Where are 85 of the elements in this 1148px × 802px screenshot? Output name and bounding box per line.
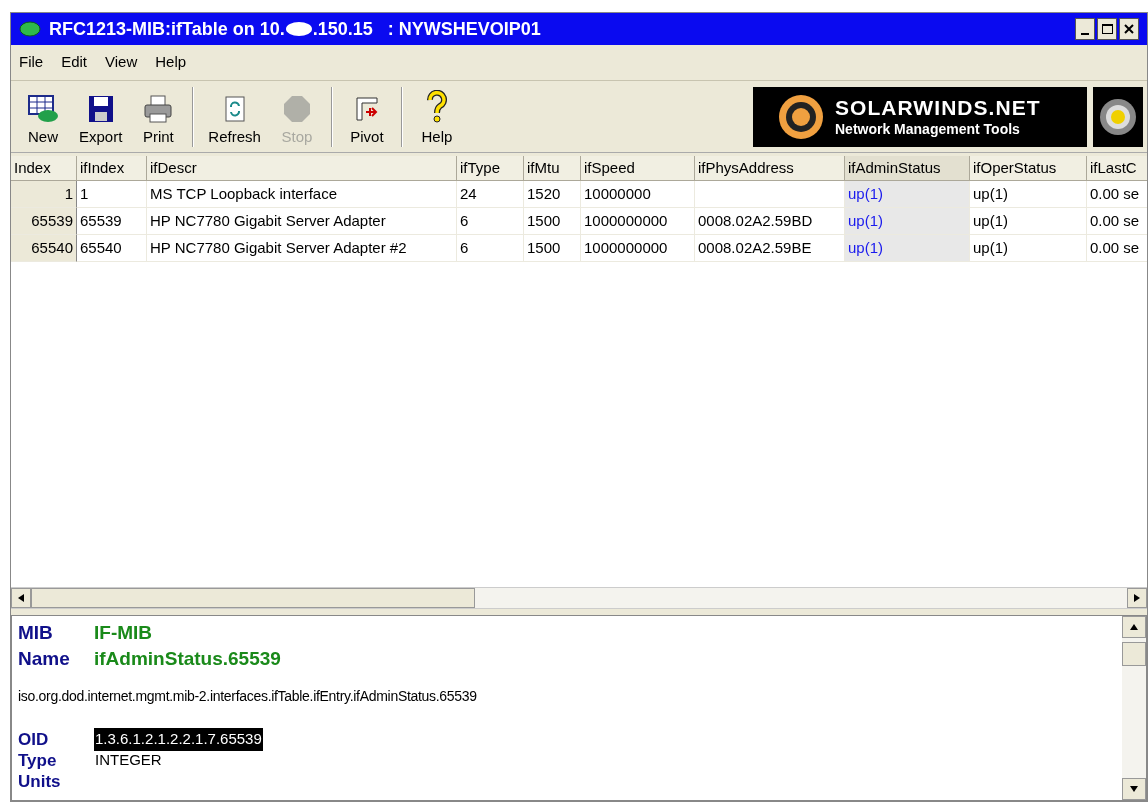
field-value: ifAdminStatus.65539	[94, 647, 281, 671]
table-cell: 1	[77, 181, 147, 208]
column-header[interactable]: ifSpeed	[581, 156, 695, 181]
toolbar-button[interactable]: Refresh	[200, 84, 269, 149]
table-cell: 0.00 se	[1087, 235, 1147, 262]
table-cell: 10000000	[581, 181, 695, 208]
field-label: MIB	[18, 621, 54, 645]
question-mark-icon	[424, 90, 449, 124]
table-cell: MS TCP Loopback interface	[147, 181, 457, 208]
scroll-thumb[interactable]	[1122, 642, 1146, 666]
table-cell: 24	[457, 181, 524, 208]
scroll-left-button[interactable]	[11, 588, 31, 608]
left-arrow-icon	[18, 594, 24, 602]
close-button[interactable]	[1119, 18, 1139, 40]
table-cell: 1000000000	[581, 208, 695, 235]
minimize-button[interactable]	[1075, 18, 1095, 40]
redaction-mark	[284, 21, 313, 37]
scroll-thumb[interactable]	[31, 588, 475, 608]
toolbar-button[interactable]: Pivot	[338, 84, 395, 149]
row-header: 65540	[11, 235, 77, 262]
toolbar-button[interactable]: Help	[408, 84, 465, 149]
field-label: Type	[18, 749, 58, 772]
table-cell: 1500	[524, 235, 581, 262]
column-header[interactable]: ifPhysAddress	[695, 156, 845, 181]
field-label: OID	[18, 728, 50, 751]
table-cell: 1000000000	[581, 235, 695, 262]
row-header: 65539	[11, 208, 77, 235]
field-value: INTEGER	[94, 750, 163, 771]
menu-item[interactable]: Help	[155, 51, 187, 74]
toolbar-button[interactable]: Print	[130, 84, 187, 149]
table-cell: up(1)	[970, 235, 1087, 262]
window-title: .150.15 : NYWSHEVOIP01	[312, 17, 541, 41]
table-cell: 1500	[524, 208, 581, 235]
table-cell: 0.00 se	[1087, 181, 1147, 208]
column-header[interactable]: ifType	[457, 156, 524, 181]
column-header[interactable]: Index	[11, 156, 77, 181]
table-cell: HP NC7780 Gigabit Server Adapter	[147, 208, 457, 235]
table-cell: 65540	[77, 235, 147, 262]
window-title: RFC1213-MIB:ifTable on 10.	[49, 17, 285, 41]
stop-icon	[281, 94, 312, 124]
table-cell: HP NC7780 Gigabit Server Adapter #2	[147, 235, 457, 262]
menu-item[interactable]: View	[105, 51, 138, 74]
table-cell: 6	[457, 235, 524, 262]
toolbar-button[interactable]: Export	[71, 84, 131, 149]
printer-icon	[142, 94, 175, 124]
maximize-button[interactable]	[1097, 18, 1117, 40]
down-arrow-icon	[1130, 786, 1138, 792]
table-cell: 6	[457, 208, 524, 235]
menu-item[interactable]: File	[19, 51, 44, 74]
app-icon	[19, 20, 41, 38]
logo-icon	[777, 92, 825, 141]
logo-name: SOLARWINDS.NET	[835, 94, 1041, 121]
close-icon	[1124, 24, 1134, 34]
column-header[interactable]: ifIndex	[77, 156, 147, 181]
minimize-icon	[1081, 33, 1089, 35]
up-arrow-icon	[1130, 624, 1138, 630]
column-header[interactable]: ifOperStatus	[970, 156, 1087, 181]
field-label: Units	[18, 770, 62, 793]
scroll-right-button[interactable]	[1127, 588, 1147, 608]
column-header[interactable]: ifDescr	[147, 156, 457, 181]
oid-path: iso.org.dod.internet.mgmt.mib-2.interfaces.ifTable.ifEntry.ifAdminStatus.65539	[18, 687, 478, 706]
column-header[interactable]: ifMtu	[524, 156, 581, 181]
menu-item[interactable]: Edit	[61, 51, 88, 74]
row-header: 1	[11, 181, 77, 208]
field-value: IF-MIB	[94, 621, 153, 645]
toolbar-button[interactable]: New	[15, 84, 71, 149]
table-cell: 0.00 se	[1087, 208, 1147, 235]
scroll-up-button[interactable]	[1122, 616, 1146, 638]
table-cell: up(1)	[845, 181, 970, 208]
maximize-icon	[1101, 24, 1113, 34]
table-cell: up(1)	[970, 208, 1087, 235]
column-header[interactable]: ifLastC	[1087, 156, 1147, 181]
scroll-down-button[interactable]	[1122, 778, 1146, 800]
logo-tagline: Network Management Tools	[835, 120, 1021, 139]
table-icon	[26, 94, 60, 124]
table-cell: up(1)	[845, 208, 970, 235]
table-cell: up(1)	[845, 235, 970, 262]
field-value: 1.3.6.1.2.1.2.2.1.7.65539	[94, 728, 263, 751]
logo-sun-icon	[1098, 96, 1138, 137]
right-arrow-icon	[1134, 594, 1140, 602]
table-cell: up(1)	[970, 181, 1087, 208]
column-header[interactable]: ifAdminStatus	[845, 156, 970, 181]
field-label: Name	[18, 647, 71, 671]
table-cell: 65539	[77, 208, 147, 235]
table-cell: 1520	[524, 181, 581, 208]
